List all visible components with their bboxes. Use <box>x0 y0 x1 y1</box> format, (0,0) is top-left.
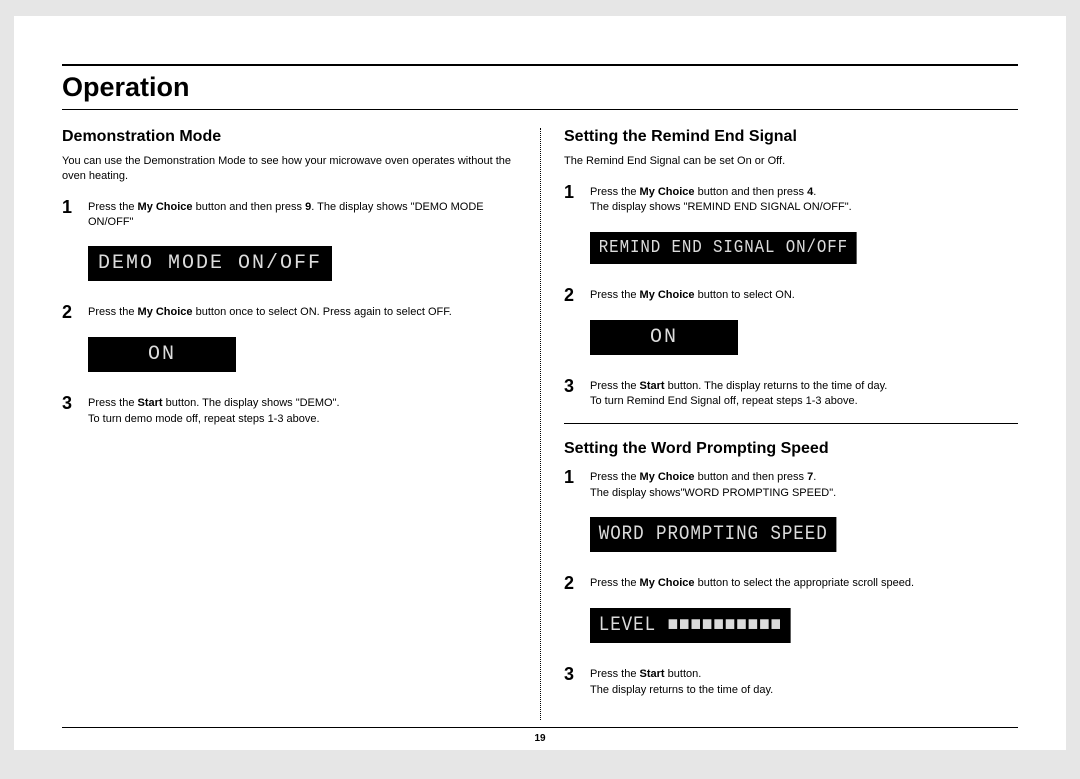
columns: Demonstration Mode You can use the Demon… <box>62 128 1018 720</box>
lcd-display: LEVEL ■■■■■■■■■■ <box>590 608 791 643</box>
top-rule <box>62 64 1018 66</box>
step-num: 1 <box>62 198 88 216</box>
step-num: 2 <box>62 303 88 321</box>
demo-step-3: 3 Press the Start button. The display sh… <box>62 394 516 427</box>
step-text: Press the Start button. The display retu… <box>590 665 773 698</box>
step-text: Press the Start button. The display retu… <box>590 377 887 410</box>
speed-step-1: 1 Press the My Choice button and then pr… <box>564 468 1018 501</box>
speed-section: Setting the Word Prompting Speed 1 Press… <box>564 440 1018 698</box>
step-num: 1 <box>564 468 590 486</box>
lcd-display: ON <box>88 337 236 372</box>
demo-step-1: 1 Press the My Choice button and then pr… <box>62 198 516 231</box>
section-underline <box>62 109 1018 110</box>
step-text: Press the My Choice button and then pres… <box>590 468 836 501</box>
remind-section: Setting the Remind End Signal The Remind… <box>564 128 1018 409</box>
remind-step-3: 3 Press the Start button. The display re… <box>564 377 1018 410</box>
section-separator <box>564 423 1018 424</box>
remind-step-2: 2 Press the My Choice button to select O… <box>564 286 1018 304</box>
footer-rule <box>62 727 1018 728</box>
step-text: Press the My Choice button to select ON. <box>590 286 795 303</box>
right-column: Setting the Remind End Signal The Remind… <box>540 128 1018 720</box>
lcd-display: WORD PROMPTING SPEED <box>590 517 836 552</box>
demo-heading: Demonstration Mode <box>62 128 516 146</box>
speed-step-3: 3 Press the Start button. The display re… <box>564 665 1018 698</box>
step-num: 2 <box>564 574 590 592</box>
left-column: Demonstration Mode You can use the Demon… <box>62 128 540 720</box>
remind-intro: The Remind End Signal can be set On or O… <box>564 154 1018 169</box>
remind-heading: Setting the Remind End Signal <box>564 128 1018 146</box>
column-divider <box>540 128 541 720</box>
step-text: Press the Start button. The display show… <box>88 394 340 427</box>
demo-step-2: 2 Press the My Choice button once to sel… <box>62 303 516 321</box>
step-num: 3 <box>62 394 88 412</box>
speed-step-2: 2 Press the My Choice button to select t… <box>564 574 1018 592</box>
step-num: 3 <box>564 665 590 683</box>
section-title: Operation <box>62 72 1018 103</box>
lcd-display: DEMO MODE ON/OFF <box>88 246 332 281</box>
demo-intro: You can use the Demonstration Mode to se… <box>62 154 516 184</box>
speed-heading: Setting the Word Prompting Speed <box>564 440 1018 458</box>
step-num: 2 <box>564 286 590 304</box>
step-text: Press the My Choice button and then pres… <box>88 198 516 231</box>
step-text: Press the My Choice button once to selec… <box>88 303 452 320</box>
demo-mode-section: Demonstration Mode You can use the Demon… <box>62 128 516 427</box>
step-num: 3 <box>564 377 590 395</box>
lcd-display: REMIND END SIGNAL ON/OFF <box>590 232 857 264</box>
manual-page: Operation Demonstration Mode You can use… <box>14 16 1066 750</box>
step-num: 1 <box>564 183 590 201</box>
remind-step-1: 1 Press the My Choice button and then pr… <box>564 183 1018 216</box>
step-text: Press the My Choice button to select the… <box>590 574 914 591</box>
step-text: Press the My Choice button and then pres… <box>590 183 852 216</box>
page-number: 19 <box>14 733 1066 744</box>
lcd-display: ON <box>590 320 738 355</box>
